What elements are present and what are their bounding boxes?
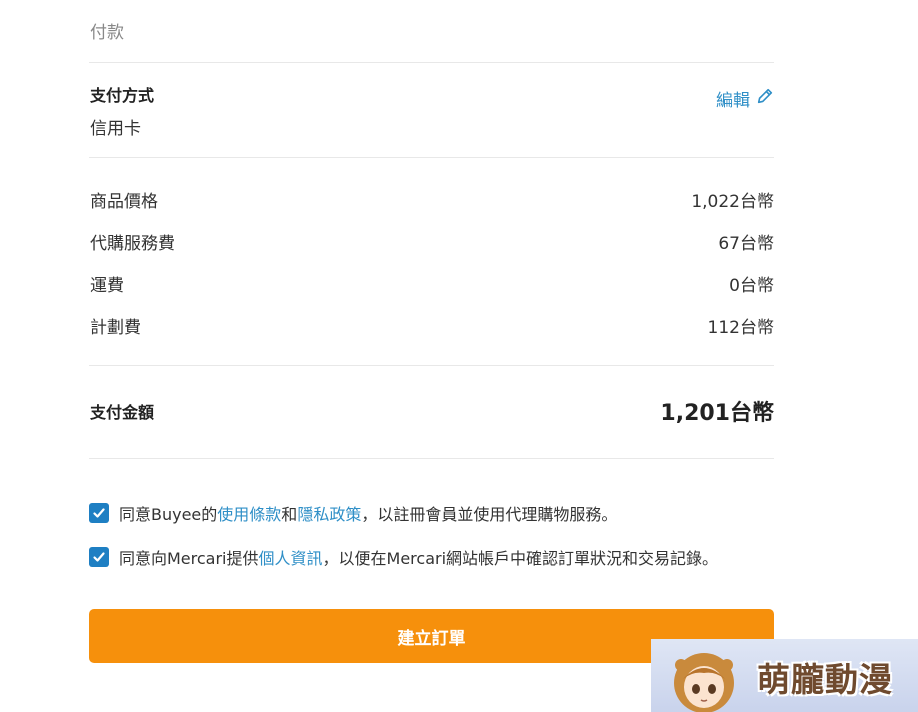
fee-label: 計劃費 [90,318,141,338]
fee-amount: 112台幣 [707,318,774,338]
section-title: 付款 [90,23,124,43]
privacy-policy-link[interactable]: 隱私政策 [297,505,361,524]
fee-label: 代購服務費 [90,234,175,254]
check-icon [93,508,105,518]
payment-method-value: 信用卡 [90,119,141,139]
fee-row-item-price: 商品價格 1,022台幣 [90,187,774,212]
divider [89,365,774,366]
fee-row-plan-fee: 計劃費 112台幣 [90,313,774,338]
fee-amount: 67台幣 [718,234,774,254]
divider [89,157,774,158]
agreement-text: 同意Buyee的使用條款和隱私政策，以註冊會員並使用代理購物服務。 [119,505,618,524]
agreement-terms: 同意Buyee的使用條款和隱私政策，以註冊會員並使用代理購物服務。 [89,501,617,525]
total-label: 支付金額 [90,403,155,422]
edit-label: 編輯 [716,91,750,111]
pencil-icon [756,87,774,110]
fee-label: 運費 [90,276,124,296]
divider [89,62,774,63]
total-amount: 1,201台幣 [660,401,774,426]
mercari-checkbox[interactable] [89,547,109,567]
personal-info-link[interactable]: 個人資訊 [259,549,323,568]
anime-girl-icon [674,653,734,712]
fee-row-service-fee: 代購服務費 67台幣 [90,229,774,254]
terms-checkbox[interactable] [89,503,109,523]
watermark-text: 萌朧動漫 [757,660,893,699]
agreement-text: 同意向Mercari提供個人資訊，以便在Mercari網站帳戶中確認訂單狀況和交… [119,549,719,568]
fee-label: 商品價格 [90,192,158,212]
payment-method-title: 支付方式 [90,86,155,105]
agreement-mercari: 同意向Mercari提供個人資訊，以便在Mercari網站帳戶中確認訂單狀況和交… [89,545,718,569]
edit-payment-link[interactable]: 編輯 [716,86,774,111]
fee-row-shipping: 運費 0台幣 [90,271,774,296]
divider [89,458,774,459]
fee-amount: 0台幣 [729,276,774,296]
check-icon [93,552,105,562]
watermark: 萌朧動漫 [651,639,918,712]
fee-amount: 1,022台幣 [691,192,774,212]
terms-of-use-link[interactable]: 使用條款 [217,505,281,524]
